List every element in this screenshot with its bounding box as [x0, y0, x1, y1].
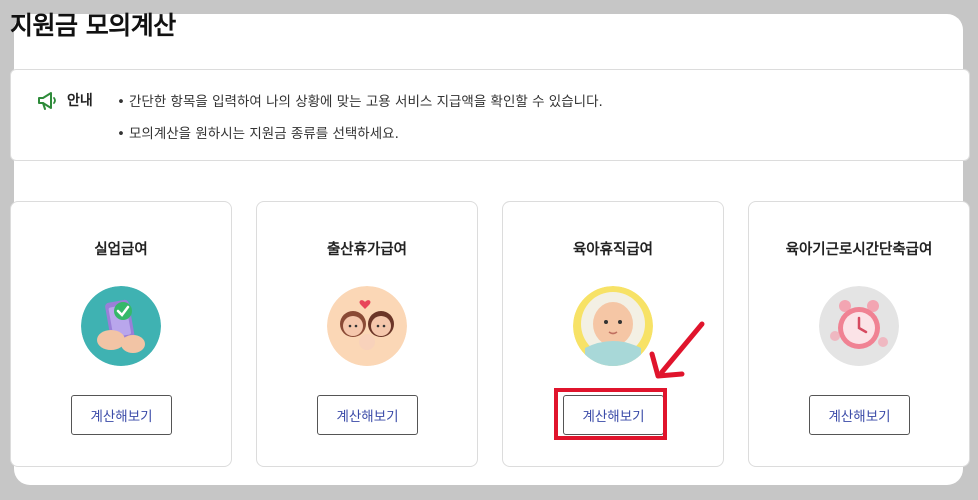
page-title: 지원금 모의계산 [10, 11, 176, 40]
card-title: 실업급여 [94, 242, 148, 258]
family-icon [327, 286, 407, 366]
phone-check-icon [81, 286, 161, 366]
card-maternity-leave-benefit: 출산휴가급여 계산해보기 [256, 201, 478, 467]
notice-box: 안내 • 간단한 항목을 입력하여 나의 상황에 맞는 고용 서비스 지급액을 확… [10, 69, 970, 161]
card-unemployment-benefit: 실업급여 계산해보기 [10, 201, 232, 467]
card-title: 출산휴가급여 [326, 242, 408, 258]
card-title: 육아기근로시간단축급여 [785, 242, 933, 258]
notice-line: • 모의계산을 원하시는 지원금 종류를 선택하세요. [117, 126, 399, 142]
notice-line: • 간단한 항목을 입력하여 나의 상황에 맞는 고용 서비스 지급액을 확인할 … [117, 94, 603, 110]
calculate-button[interactable]: 계산해보기 [809, 395, 910, 435]
annotation-arrow [649, 321, 705, 379]
card-reduced-hours-benefit: 육아기근로시간단축급여 계산해보기 [748, 201, 970, 467]
card-title: 육아휴직급여 [572, 242, 654, 258]
annotation-highlight-box [554, 388, 667, 440]
calculate-button[interactable]: 계산해보기 [71, 395, 172, 435]
megaphone-icon [38, 92, 56, 110]
alarm-clock-icon [819, 286, 899, 366]
calculate-button[interactable]: 계산해보기 [317, 395, 418, 435]
notice-label: 안내 [67, 93, 93, 109]
